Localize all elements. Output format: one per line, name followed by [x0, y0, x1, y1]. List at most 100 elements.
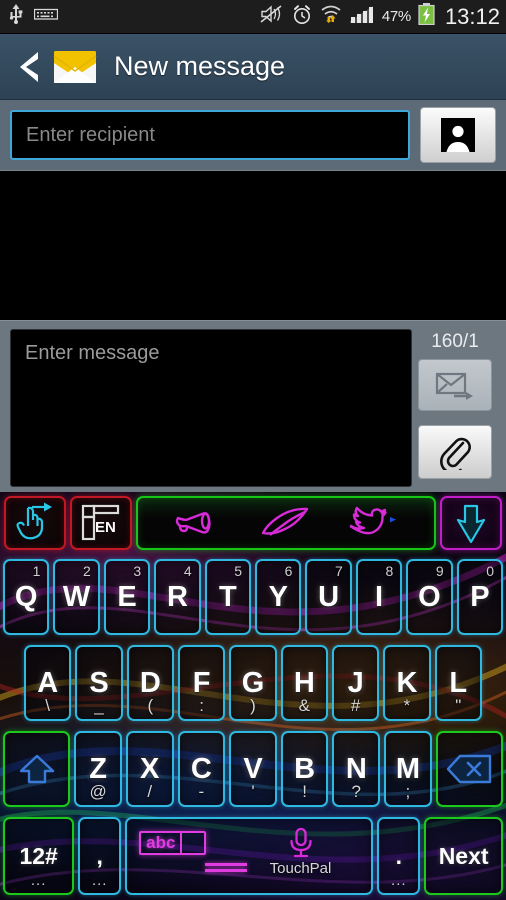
key-alt-symbol: @ — [89, 782, 107, 801]
keyboard-toolbar: EN — [0, 492, 506, 554]
key-number-hint: 4 — [183, 563, 192, 579]
key-c[interactable]: C - — [177, 731, 226, 807]
key-o[interactable]: 9 O — [406, 559, 453, 635]
send-button[interactable] — [418, 359, 492, 411]
touchpal-brand-label: TouchPal — [269, 860, 332, 877]
next-key[interactable]: Next — [424, 817, 503, 895]
symbols-key[interactable]: 12# ... — [3, 817, 75, 895]
key-label: 12# — [19, 842, 58, 869]
send-message-icon — [435, 372, 473, 400]
key-label: G — [241, 666, 265, 699]
space-key[interactable]: abc TouchPal — [125, 817, 374, 895]
key-alt-symbol: ? — [351, 782, 362, 801]
key-longpress-dots: ... — [30, 872, 47, 889]
key-label: R — [166, 580, 188, 613]
key-x[interactable]: X / — [125, 731, 174, 807]
key-label: S — [89, 666, 109, 699]
key-h[interactable]: H & — [280, 645, 328, 721]
battery-percent-label: 47% — [381, 8, 411, 25]
key-p[interactable]: 0 P — [456, 559, 504, 635]
back-chevron-icon — [20, 51, 38, 82]
key-z[interactable]: Z @ — [74, 731, 122, 807]
key-label: K — [396, 666, 418, 699]
key-label: N — [345, 752, 367, 785]
key-a[interactable]: A \ — [24, 645, 72, 721]
alarm-icon — [291, 4, 313, 30]
twitter-bird-icon[interactable] — [348, 505, 398, 542]
key-t[interactable]: 5 T — [204, 559, 252, 635]
add-contact-button[interactable] — [420, 107, 496, 163]
key-d[interactable]: D ( — [126, 645, 174, 721]
comma-key[interactable]: , ... — [78, 817, 122, 895]
key-alt-symbol: _ — [94, 696, 104, 715]
key-u[interactable]: 7 U — [305, 559, 352, 635]
megaphone-icon[interactable] — [174, 504, 222, 543]
status-bar: 47% 13:12 — [0, 0, 506, 34]
key-label: Next — [438, 842, 489, 869]
key-number-hint: 3 — [133, 563, 142, 579]
app-bar: New message — [0, 34, 506, 100]
hide-keyboard-button[interactable] — [440, 496, 502, 550]
key-label: E — [117, 580, 137, 613]
key-alt-symbol: ( — [147, 696, 154, 715]
key-alt-symbol: # — [350, 696, 361, 715]
paperclip-icon — [440, 437, 471, 470]
keyboard-row-3: Z @ X / C - V ' B ! N ? M ; — [0, 726, 506, 812]
key-label: B — [294, 752, 316, 785]
usb-icon — [8, 4, 24, 29]
keyboard-layout-button[interactable]: EN — [70, 496, 132, 550]
abc-indicator: abc — [139, 831, 207, 855]
key-number-hint: 0 — [486, 563, 495, 579]
recipient-input[interactable]: Enter recipient — [10, 110, 410, 160]
key-number-hint: 8 — [385, 563, 394, 579]
period-key[interactable]: . ... — [377, 817, 421, 895]
shift-key[interactable] — [3, 731, 71, 807]
key-e[interactable]: 3 E — [103, 559, 151, 635]
key-v[interactable]: V ' — [229, 731, 277, 807]
key-g[interactable]: G ) — [229, 645, 277, 721]
key-label: A — [37, 666, 59, 699]
swipe-gesture-icon — [16, 502, 52, 540]
key-number-hint: 7 — [335, 563, 343, 579]
wifi-icon — [320, 4, 342, 29]
key-y[interactable]: 6 Y — [255, 559, 302, 635]
attach-button[interactable] — [418, 425, 492, 479]
key-alt-symbol: : — [199, 696, 205, 715]
key-label: Z — [89, 752, 107, 785]
key-number-hint: 1 — [32, 563, 41, 579]
keyboard-row-4: 12# ... , ... abc TouchPal . ... Next — [0, 812, 506, 900]
message-input[interactable]: Enter message — [10, 329, 412, 487]
shift-arrow-icon — [19, 754, 54, 784]
key-alt-symbol: ' — [251, 782, 255, 801]
key-b[interactable]: B ! — [280, 731, 329, 807]
key-i[interactable]: 8 I — [355, 559, 403, 635]
key-j[interactable]: J # — [331, 645, 380, 721]
backspace-key[interactable] — [435, 731, 504, 807]
key-alt-symbol: - — [198, 782, 205, 801]
key-q[interactable]: 1 Q — [3, 559, 50, 635]
key-n[interactable]: N ? — [332, 731, 381, 807]
key-number-hint: 5 — [234, 563, 243, 579]
swipe-gesture-button[interactable] — [4, 496, 66, 550]
abc-empty-cell — [180, 833, 204, 853]
back-button[interactable] — [10, 50, 48, 84]
key-k[interactable]: K * — [383, 645, 431, 721]
key-alt-symbol: * — [403, 696, 411, 715]
keyboard-shortcut-strip[interactable] — [136, 496, 436, 550]
key-f[interactable]: F : — [177, 645, 226, 721]
key-s[interactable]: S _ — [75, 645, 123, 721]
key-w[interactable]: 2 W — [53, 559, 100, 635]
phone-screen: 47% 13:12 New message Enter recipient En… — [0, 0, 506, 900]
key-alt-symbol: & — [298, 696, 310, 715]
pen-icon[interactable] — [259, 505, 311, 542]
key-l[interactable]: L " — [434, 645, 482, 721]
key-m[interactable]: M ; — [384, 731, 432, 807]
key-r[interactable]: 4 R — [154, 559, 201, 635]
key-alt-symbol: / — [147, 782, 153, 801]
key-label: . — [395, 842, 402, 869]
key-label: C — [190, 752, 212, 785]
person-icon — [441, 118, 475, 152]
voice-input-button[interactable]: TouchPal — [269, 827, 332, 877]
signal-icon — [349, 4, 375, 29]
message-placeholder: Enter message — [25, 342, 160, 364]
